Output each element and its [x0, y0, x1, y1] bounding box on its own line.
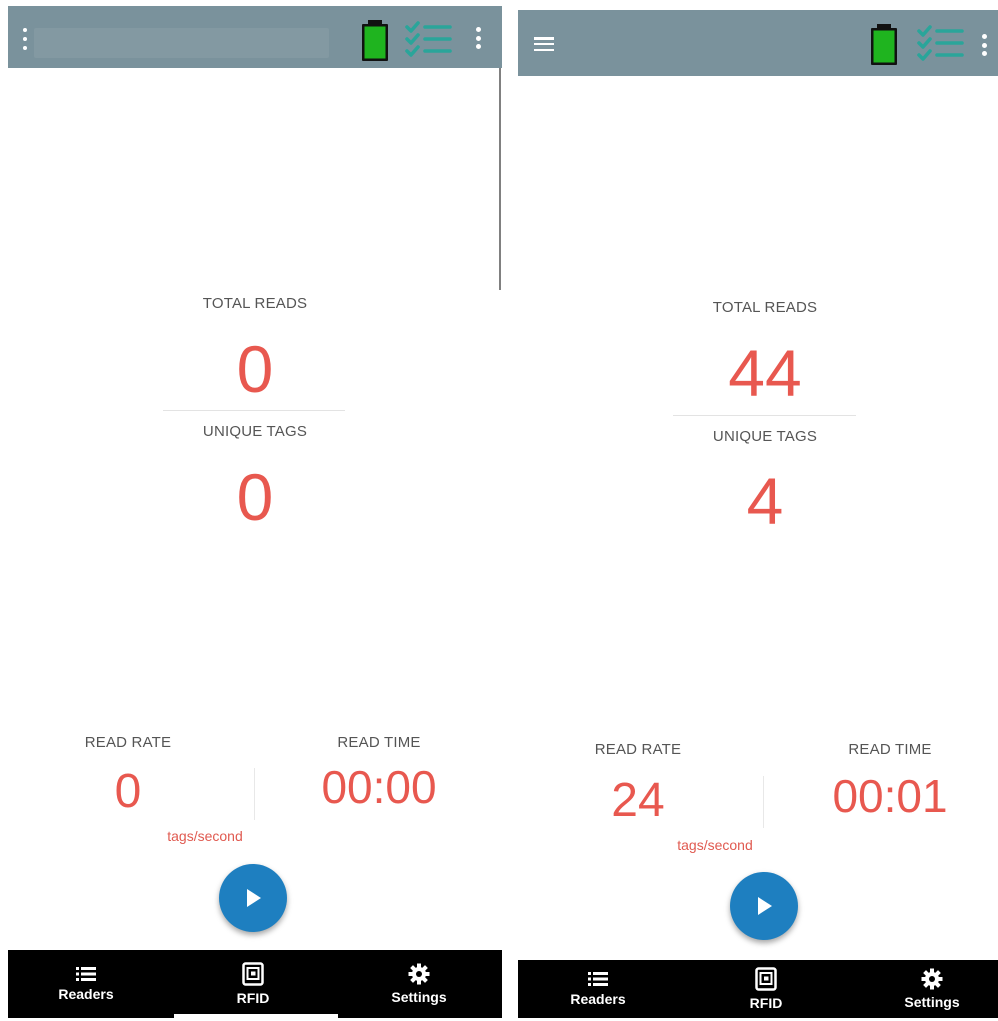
read-time-value: 00:01	[832, 770, 948, 822]
nav-settings[interactable]: Settings	[887, 960, 977, 1018]
nav-readers-label: Readers	[570, 991, 626, 1007]
rfid-screen-reading: TOTAL READS 44 UNIQUE TAGS 4 READ RATE 2…	[518, 10, 998, 1018]
read-rate-label: READ RATE	[594, 741, 682, 758]
rate-divider	[254, 768, 255, 820]
checklist-icon[interactable]	[404, 20, 454, 58]
nav-rfid[interactable]: RFID	[208, 950, 298, 1018]
app-bar-title-area	[34, 28, 329, 58]
app-bar	[8, 6, 502, 68]
stats-divider	[673, 415, 856, 416]
nav-rfid-label: RFID	[236, 990, 270, 1006]
bottom-navigation: Readers RFID Settings	[518, 960, 998, 1018]
active-tab-indicator	[174, 1014, 338, 1018]
rfid-chip-icon	[242, 962, 264, 986]
nav-settings[interactable]: Settings	[374, 950, 464, 1018]
total-reads-label: TOTAL READS	[202, 295, 308, 312]
unique-tags-label: UNIQUE TAGS	[712, 428, 818, 445]
start-inventory-button[interactable]	[730, 872, 798, 940]
stats-divider	[163, 410, 345, 411]
play-icon	[758, 897, 772, 915]
rate-divider	[763, 776, 764, 828]
read-time-value: 00:00	[321, 761, 437, 813]
nav-settings-label: Settings	[904, 994, 960, 1010]
read-rate-label: READ RATE	[84, 734, 172, 751]
hamburger-menu-icon[interactable]	[534, 37, 554, 51]
scrollbar	[499, 68, 501, 290]
gear-icon	[408, 963, 430, 985]
read-rate-value: 24	[611, 774, 665, 827]
checklist-icon[interactable]	[916, 24, 966, 62]
total-reads-value: 0	[236, 332, 274, 406]
gear-icon	[921, 968, 943, 990]
read-rate-value: 0	[114, 765, 142, 818]
list-icon	[76, 967, 96, 981]
nav-rfid[interactable]: RFID	[721, 960, 811, 1018]
bottom-navigation: Readers RFID Settings	[8, 950, 502, 1018]
nav-readers-label: Readers	[58, 986, 114, 1002]
total-reads-value: 44	[728, 336, 802, 410]
read-rate-unit: tags/second	[677, 837, 753, 853]
battery-full-icon	[362, 20, 388, 61]
unique-tags-value: 0	[236, 460, 274, 534]
start-inventory-button[interactable]	[219, 864, 287, 932]
nav-rfid-label: RFID	[749, 995, 783, 1011]
nav-readers[interactable]: Readers	[41, 950, 131, 1018]
unique-tags-value: 4	[746, 464, 784, 538]
read-rate-unit: tags/second	[167, 828, 243, 844]
nav-settings-label: Settings	[391, 989, 447, 1005]
rfid-screen-idle: TOTAL READS 0 UNIQUE TAGS 0 READ RATE 0 …	[8, 6, 502, 1018]
play-icon	[247, 889, 261, 907]
total-reads-label: TOTAL READS	[712, 299, 818, 316]
list-icon	[588, 972, 608, 986]
battery-full-icon	[871, 24, 897, 65]
app-bar	[518, 10, 998, 76]
rfid-chip-icon	[755, 967, 777, 991]
unique-tags-label: UNIQUE TAGS	[202, 423, 308, 440]
read-time-label: READ TIME	[337, 734, 421, 751]
read-time-label: READ TIME	[848, 741, 932, 758]
more-vert-icon[interactable]	[981, 34, 987, 56]
overflow-menu-icon[interactable]	[22, 28, 28, 50]
nav-readers[interactable]: Readers	[553, 960, 643, 1018]
more-vert-icon[interactable]	[475, 27, 481, 49]
